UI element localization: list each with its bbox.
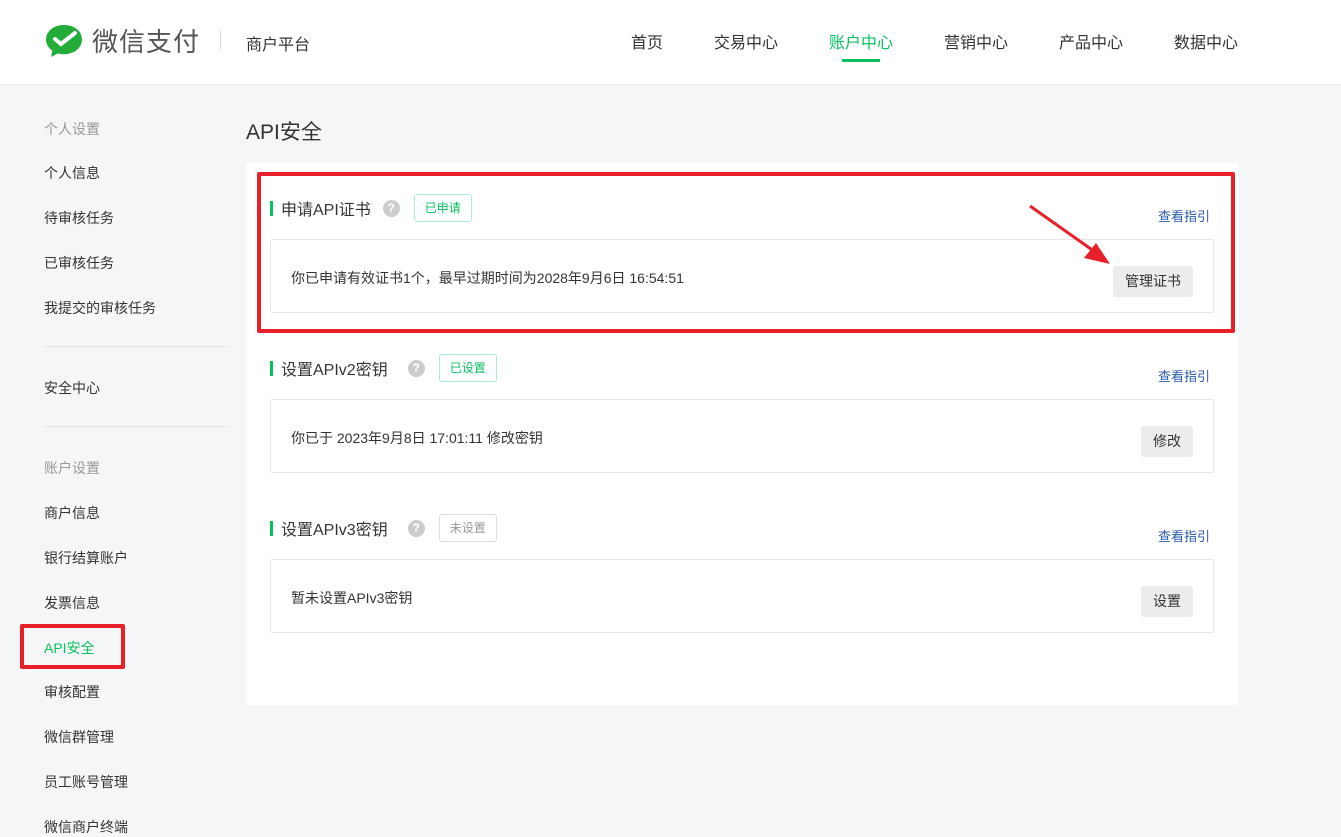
section-apiv3-title: 设置APIv3密钥 ? 未设置: [270, 514, 497, 542]
section-apiv2-box: 你已于 2023年9月8日 17:01:11 修改密钥 修改: [270, 399, 1214, 473]
wechat-pay-logo-icon: [46, 24, 82, 57]
set-key-button[interactable]: 设置: [1141, 586, 1193, 617]
platform-name: 商户平台: [246, 37, 311, 54]
sidebar-item-merchant-info[interactable]: 商户信息: [44, 503, 100, 523]
apiv2-status-text: 你已于 2023年9月8日 17:01:11 修改密钥: [291, 430, 543, 446]
sidebar-item-security-center[interactable]: 安全中心: [44, 378, 100, 398]
sidebar-group-personal: 个人设置: [44, 121, 100, 137]
sidebar-item-my-tasks[interactable]: 我提交的审核任务: [44, 298, 156, 318]
status-badge: 已申请: [413, 194, 472, 222]
cert-status-text: 你已申请有效证书1个，最早过期时间为2028年9月6日 16:54:51: [291, 270, 684, 286]
sidebar-item-api-security[interactable]: API安全: [44, 638, 95, 658]
manage-cert-button[interactable]: 管理证书: [1113, 266, 1193, 297]
section-api-cert-title: 申请API证书 ? 已申请: [270, 194, 472, 222]
nav-marketing[interactable]: 营销中心: [944, 29, 1008, 53]
page-title: API安全: [246, 121, 322, 144]
sidebar-item-review-config[interactable]: 审核配置: [44, 682, 100, 702]
brand-name: 微信支付: [92, 27, 201, 57]
sidebar-item-reviewed-tasks[interactable]: 已审核任务: [44, 253, 114, 273]
sidebar-item-bank-account[interactable]: 银行结算账户: [44, 548, 128, 568]
section-title: 设置APIv2密钥: [281, 362, 388, 379]
sidebar-divider: [44, 426, 229, 427]
sidebar-divider: [44, 346, 229, 347]
status-badge: 未设置: [438, 514, 497, 542]
sidebar-item-personal-info[interactable]: 个人信息: [44, 163, 100, 183]
sidebar-item-invoice[interactable]: 发票信息: [44, 593, 100, 613]
title-accent-bar: [270, 360, 273, 376]
help-icon[interactable]: ?: [407, 519, 425, 537]
nav-data[interactable]: 数据中心: [1174, 29, 1238, 53]
wechat-pay-logo[interactable]: 微信支付: [44, 22, 200, 59]
section-apiv2-title: 设置APIv2密钥 ? 已设置: [270, 354, 497, 382]
sidebar-item-terminal[interactable]: 微信商户终端: [44, 817, 128, 837]
red-arrow-icon: [1029, 204, 1110, 264]
help-icon[interactable]: ?: [407, 359, 425, 377]
help-icon[interactable]: ?: [382, 199, 400, 217]
nav-account[interactable]: 账户中心: [829, 29, 893, 53]
view-guide-link[interactable]: 查看指引: [1158, 366, 1210, 385]
view-guide-link[interactable]: 查看指引: [1158, 206, 1210, 225]
view-guide-link[interactable]: 查看指引: [1158, 526, 1210, 545]
apiv3-status-text: 暂未设置APIv3密钥: [291, 590, 413, 606]
sidebar-group-account: 账户设置: [44, 460, 100, 476]
section-title: 设置APIv3密钥: [281, 522, 388, 539]
nav-products[interactable]: 产品中心: [1059, 29, 1123, 53]
top-header: 微信支付 商户平台 首页 交易中心 账户中心 营销中心 产品中心 数据中心: [0, 0, 1341, 85]
modify-key-button[interactable]: 修改: [1141, 426, 1193, 457]
section-apiv3-box: 暂未设置APIv3密钥 设置: [270, 559, 1214, 633]
title-accent-bar: [270, 520, 273, 536]
section-title: 申请API证书: [281, 202, 371, 219]
sidebar-item-pending-tasks[interactable]: 待审核任务: [44, 208, 114, 228]
title-accent-bar: [270, 200, 273, 216]
sidebar-item-staff-accounts[interactable]: 员工账号管理: [44, 772, 128, 792]
nav-home[interactable]: 首页: [631, 29, 663, 53]
sidebar-item-wechat-groups[interactable]: 微信群管理: [44, 727, 114, 747]
header-divider: [220, 30, 221, 50]
status-badge: 已设置: [438, 354, 497, 382]
nav-transactions[interactable]: 交易中心: [714, 29, 778, 53]
